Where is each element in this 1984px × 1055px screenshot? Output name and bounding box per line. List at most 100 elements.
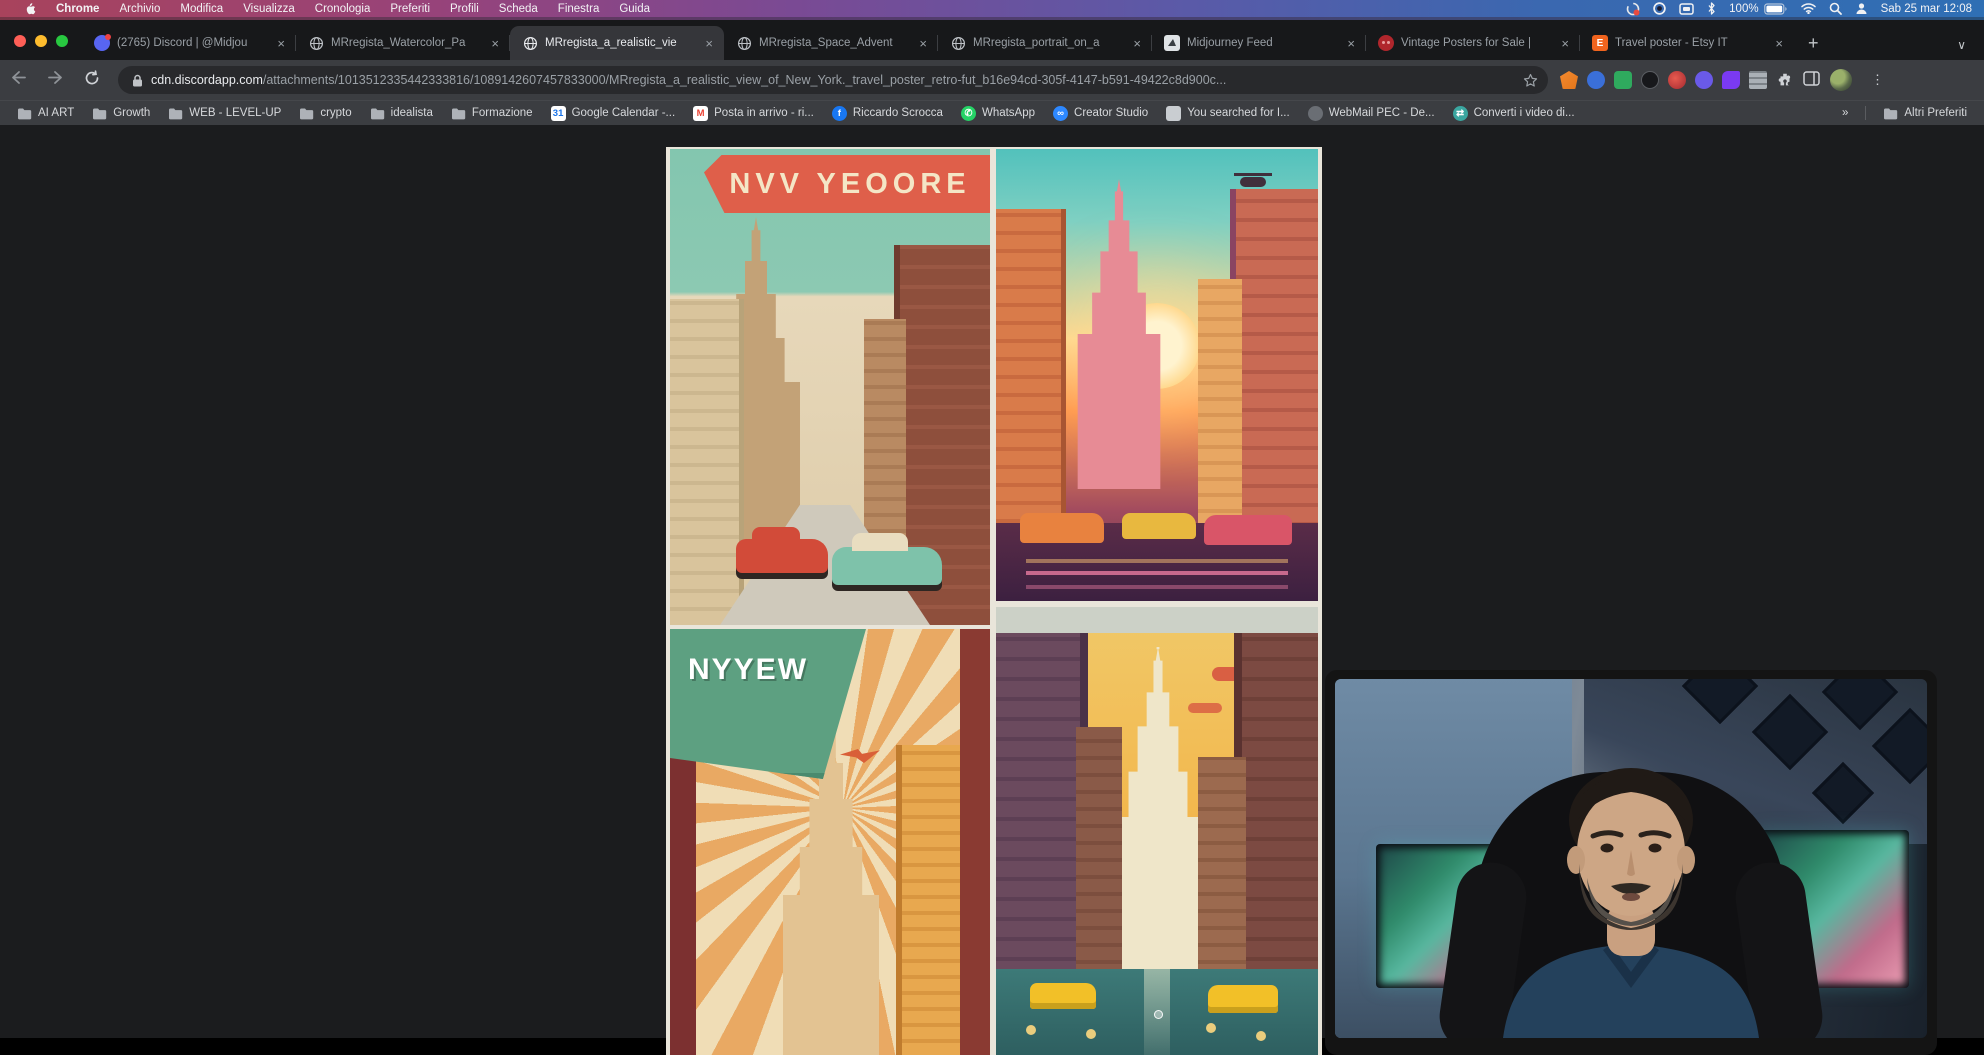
screenshot-grid-icon[interactable] (1749, 71, 1767, 89)
buildings-left (670, 299, 744, 625)
menu-modifica[interactable]: Modifica (170, 0, 233, 17)
forward-button[interactable] (37, 70, 74, 90)
tab-close-icon[interactable]: × (916, 36, 930, 51)
buildings-right-2 (1198, 279, 1242, 541)
extensions-puzzle-icon[interactable] (1776, 71, 1794, 89)
url-text[interactable]: cdn.discordapp.com/attachments/101351233… (151, 73, 1226, 87)
tab-portrait[interactable]: MRregista_portrait_on_a × (938, 26, 1152, 60)
bookmark-label: idealista (391, 107, 433, 119)
bookmark-folder-idealista[interactable]: idealista (363, 106, 440, 121)
webcam-overlay (1325, 670, 1937, 1055)
helicopter-illustration (1240, 177, 1266, 187)
bookmarks-divider (1865, 106, 1866, 120)
bookmark-label: WhatsApp (982, 107, 1035, 119)
bookmarks-overflow-chevron[interactable]: » (1835, 107, 1855, 119)
bookmark-webmail-pec[interactable]: WebMail PEC - De... (1301, 106, 1442, 121)
globe-favicon (522, 35, 538, 51)
extension-metamask-icon[interactable] (1560, 71, 1578, 89)
tab-discord[interactable]: (2765) Discord | @Midjou × (82, 26, 296, 60)
menu-chrome[interactable]: Chrome (46, 0, 109, 17)
new-tab-button[interactable]: + (1794, 33, 1833, 60)
menu-profili[interactable]: Profili (440, 0, 489, 17)
tab-close-icon[interactable]: × (1130, 36, 1144, 51)
zoom-window-button[interactable] (56, 35, 68, 47)
apple-icon (24, 2, 36, 16)
tab-close-icon[interactable]: × (488, 36, 502, 51)
bookmark-whatsapp[interactable]: ✆ WhatsApp (954, 106, 1042, 121)
wifi-icon[interactable] (1801, 3, 1816, 14)
profile-avatar[interactable] (1830, 69, 1852, 91)
tab-close-icon[interactable]: × (1558, 36, 1572, 51)
bluetooth-icon[interactable] (1707, 2, 1716, 15)
bookmark-converti-video[interactable]: ⇄ Converti i video di... (1446, 106, 1582, 121)
bookmark-gmail-inbox[interactable]: M Posta in arrivo - ri... (686, 106, 821, 121)
app-badge-icon[interactable] (1626, 2, 1640, 16)
webmail-icon (1308, 106, 1323, 121)
close-window-button[interactable] (14, 35, 26, 47)
bookmark-label: Creator Studio (1074, 107, 1148, 119)
chrome-window: (2765) Discord | @Midjou × MRregista_Wat… (0, 17, 1984, 1038)
folder-icon (370, 106, 385, 121)
extension-blue-icon[interactable] (1587, 71, 1605, 89)
light-top-band (996, 607, 1318, 633)
extension-violet-icon[interactable] (1722, 71, 1740, 89)
address-bar[interactable]: cdn.discordapp.com/attachments/101351233… (118, 66, 1548, 94)
menu-cronologia[interactable]: Cronologia (305, 0, 381, 17)
tab-realistic-view-active[interactable]: MRregista_a_realistic_vie × (510, 26, 724, 60)
yellow-tower-right (896, 745, 960, 1055)
bookmark-google-calendar[interactable]: 31 Google Calendar -... (544, 106, 683, 121)
menu-scheda[interactable]: Scheda (489, 0, 548, 17)
bookmark-star-icon[interactable] (1523, 73, 1538, 88)
pink-car (1204, 515, 1292, 545)
apple-menu[interactable] (14, 0, 46, 17)
tab-etsy[interactable]: E Travel poster - Etsy IT × (1580, 26, 1794, 60)
menu-archivio[interactable]: Archivio (109, 0, 170, 17)
minimize-window-button[interactable] (35, 35, 47, 47)
poster-title-banner: NVV YEOORE (704, 155, 990, 213)
tab-close-icon[interactable]: × (1772, 36, 1786, 51)
discord-favicon (94, 35, 110, 51)
menu-guida[interactable]: Guida (609, 0, 660, 17)
record-icon[interactable] (1653, 2, 1666, 15)
menubar-clock[interactable]: Sab 25 mar 12:08 (1881, 3, 1972, 15)
orange-car (1020, 513, 1104, 543)
reload-button[interactable] (74, 70, 110, 91)
bookmark-label: crypto (320, 107, 351, 119)
yellow-taxi-right (1208, 985, 1278, 1013)
tab-space-adventure[interactable]: MRregista_Space_Advent × (724, 26, 938, 60)
tab-midjourney-feed[interactable]: Midjourney Feed × (1152, 26, 1366, 60)
bookmark-folder-crypto[interactable]: crypto (292, 106, 358, 121)
bookmark-label: WebMail PEC - De... (1329, 107, 1435, 119)
tab-vintage-posters[interactable]: Vintage Posters for Sale | × (1366, 26, 1580, 60)
menu-visualizza[interactable]: Visualizza (233, 0, 305, 17)
back-button[interactable] (0, 70, 37, 90)
bookmark-folder-formazione[interactable]: Formazione (444, 106, 540, 121)
menu-preferiti[interactable]: Preferiti (380, 0, 440, 17)
display-icon[interactable] (1679, 3, 1694, 15)
tab-title: (2765) Discord | @Midjou (117, 37, 267, 49)
tab-close-icon[interactable]: × (702, 36, 716, 51)
extension-purple-icon[interactable] (1695, 71, 1713, 89)
extension-green-icon[interactable] (1614, 71, 1632, 89)
sidebar-icon[interactable] (1803, 71, 1821, 89)
tab-close-icon[interactable]: × (274, 36, 288, 51)
bookmark-folder-ai-art[interactable]: AI ART (10, 106, 81, 121)
bookmark-facebook-profile[interactable]: f Riccardo Scrocca (825, 106, 950, 121)
bookmark-other-favorites[interactable]: Altri Preferiti (1876, 106, 1974, 121)
bookmark-folder-growth[interactable]: Growth (85, 106, 157, 121)
control-center-icon[interactable] (1855, 2, 1868, 15)
tab-watercolor[interactable]: MRregista_Watercolor_Pa × (296, 26, 510, 60)
extension-red-icon[interactable] (1668, 71, 1686, 89)
spotlight-search-icon[interactable] (1829, 2, 1842, 15)
chrome-menu-kebab-icon[interactable]: ⋮ (1861, 72, 1894, 88)
bookmarks-bar: AI ART Growth WEB - LEVEL-UP crypto idea… (0, 100, 1984, 125)
bookmark-you-searched[interactable]: You searched for I... (1159, 106, 1297, 121)
tab-search-chevron-icon[interactable]: ∨ (1957, 38, 1984, 60)
menu-finestra[interactable]: Finestra (548, 0, 610, 17)
tab-close-icon[interactable]: × (1344, 36, 1358, 51)
bookmark-creator-studio[interactable]: ∞ Creator Studio (1046, 106, 1155, 121)
tabs: (2765) Discord | @Midjou × MRregista_Wat… (82, 20, 1794, 60)
extension-dark-icon[interactable] (1641, 71, 1659, 89)
battery-status[interactable]: 100% (1729, 3, 1787, 15)
bookmark-folder-web-levelup[interactable]: WEB - LEVEL-UP (161, 106, 288, 121)
